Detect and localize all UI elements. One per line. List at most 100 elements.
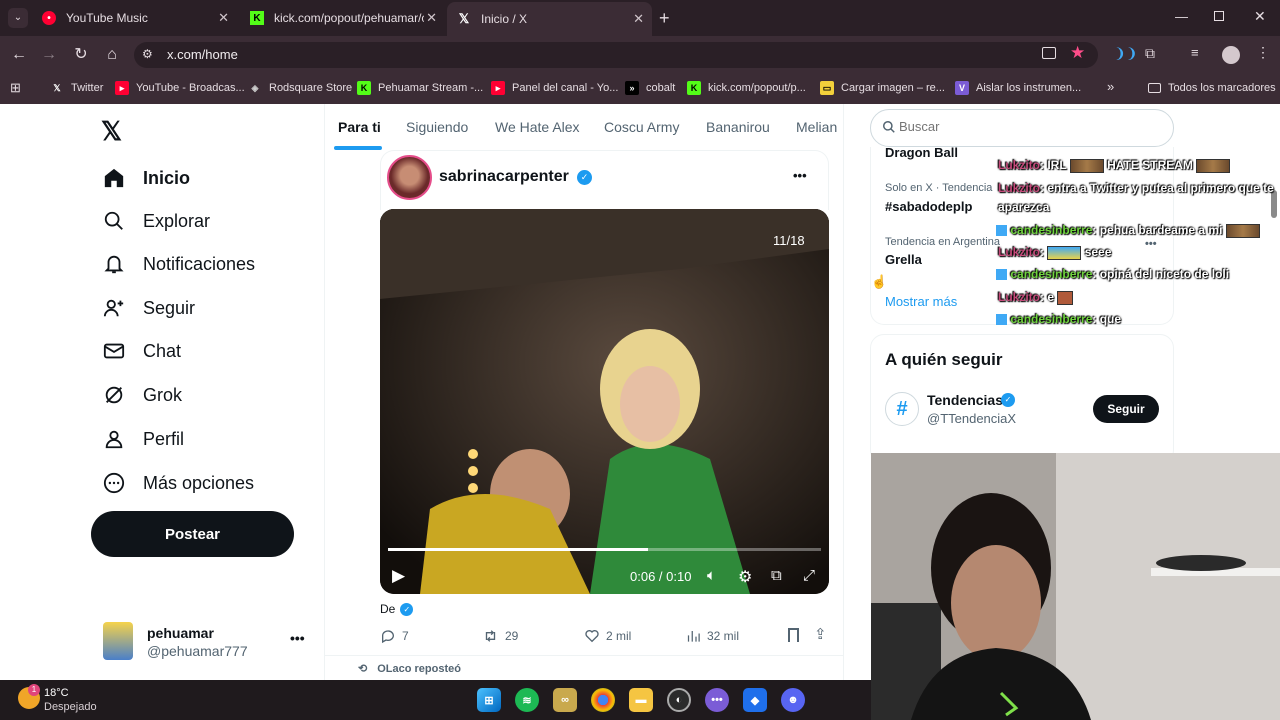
post-author[interactable]: sabrinacarpenter xyxy=(439,168,569,186)
bookmark-label: Cargar imagen – re... xyxy=(841,82,945,94)
streaming-app-icon[interactable]: ◆ xyxy=(743,688,767,712)
volume-icon[interactable]: 🔈︎ xyxy=(707,567,716,584)
profile-avatar[interactable] xyxy=(1222,46,1240,64)
bookmark-youtube-broadcast[interactable]: ▸ YouTube - Broadcas... xyxy=(115,80,245,96)
nav-mas-opciones[interactable]: Más opciones xyxy=(102,468,254,498)
chat-line: Lukzito: entra a Twitter y putea al prim… xyxy=(998,181,1274,195)
webcam-frame xyxy=(871,453,1280,720)
chrome-icon[interactable] xyxy=(591,688,615,712)
search-box[interactable] xyxy=(870,109,1174,147)
follow-button[interactable]: Seguir xyxy=(1093,395,1159,423)
bookmark-pehuamar-stream[interactable]: K Pehuamar Stream -... xyxy=(357,80,483,96)
bookmark-cargar-imagen[interactable]: ▭ Cargar imagen – re... xyxy=(820,80,945,96)
tab-search-button[interactable]: ⌄ xyxy=(8,8,28,28)
bookmark-icon[interactable] xyxy=(788,628,799,642)
who-to-follow-title: A quién seguir xyxy=(885,350,1003,369)
hashtag-avatar[interactable]: # xyxy=(885,392,919,426)
spotify-icon[interactable]: ≋ xyxy=(515,688,539,712)
video-player[interactable]: 11/18 ▶ 0:06 / 0:10 🔈︎ ⚙ ⧉ ⤢ xyxy=(380,209,829,594)
restore-icon[interactable] xyxy=(1214,11,1224,21)
windows-start-icon[interactable]: ⊞ xyxy=(477,688,501,712)
close-icon[interactable]: ✕ xyxy=(426,10,437,26)
file-explorer-icon[interactable]: ▬ xyxy=(629,688,653,712)
search-input[interactable] xyxy=(899,119,1149,134)
nav-notificaciones[interactable]: Notificaciones xyxy=(102,249,255,279)
url-text[interactable]: x.com/home xyxy=(167,47,238,62)
tab-we-hate-alex[interactable]: We Hate Alex xyxy=(495,119,580,135)
nav-grok[interactable]: Grok xyxy=(102,380,182,410)
more-bookmarks-icon[interactable]: » xyxy=(1107,79,1114,94)
tab-para-ti[interactable]: Para ti xyxy=(338,119,381,135)
nav-label: Perfil xyxy=(143,428,185,449)
extension-wave-icon[interactable]: ❩❩ xyxy=(1114,45,1137,62)
nav-perfil[interactable]: Perfil xyxy=(102,424,184,454)
cobalt-icon: » xyxy=(625,81,639,95)
window-close-icon[interactable]: ✕ xyxy=(1254,8,1266,25)
trend-top[interactable]: Dragon Ball xyxy=(885,145,958,160)
back-icon[interactable]: ← xyxy=(8,44,30,66)
discord-icon[interactable]: ☻ xyxy=(781,688,805,712)
fullscreen-icon[interactable]: ⤢ xyxy=(803,567,815,584)
forward-icon[interactable]: → xyxy=(38,44,60,66)
nav-explorar[interactable]: Explorar xyxy=(102,206,210,236)
tab-youtube-music[interactable]: • YouTube Music ✕ xyxy=(32,4,237,32)
site-info-icon[interactable]: ⚙ xyxy=(142,47,153,61)
share-icon[interactable]: ⇪ xyxy=(814,625,827,643)
new-tab-icon[interactable]: + xyxy=(659,8,670,29)
install-app-icon[interactable] xyxy=(1042,47,1056,59)
show-more-link[interactable]: Mostrar más xyxy=(885,294,957,309)
bookmark-aislar[interactable]: V Aislar los instrumen... xyxy=(955,80,1081,96)
emote-icon xyxy=(1057,290,1074,305)
minimize-icon[interactable]: — xyxy=(1175,9,1188,24)
tab-siguiendo[interactable]: Siguiendo xyxy=(406,119,468,135)
post-button[interactable]: Postear xyxy=(91,511,294,557)
extensions-puzzle-icon[interactable]: ⧉ xyxy=(1145,45,1155,62)
obs-icon[interactable]: ◐ xyxy=(667,688,691,712)
mouse-cursor-icon: ☝ xyxy=(871,274,888,289)
bookmark-kick-popout[interactable]: Kkick.com/popout/p... xyxy=(687,80,806,96)
nav-inicio[interactable]: Inicio xyxy=(102,163,190,193)
close-icon[interactable]: ✕ xyxy=(218,10,229,26)
like-button[interactable]: 2 mil xyxy=(584,628,631,644)
repost-button[interactable]: 29 xyxy=(482,628,518,644)
bookmark-rodsquare[interactable]: ◈ Rodsquare Store xyxy=(248,80,353,96)
more-dots-icon[interactable]: ••• xyxy=(793,168,807,183)
trend-name[interactable]: Grella xyxy=(885,252,922,267)
close-icon[interactable]: ✕ xyxy=(633,11,644,27)
tab-kick-chat[interactable]: K kick.com/popout/pehuamar/chat ✕ xyxy=(240,4,445,32)
tab-coscu-army[interactable]: Coscu Army xyxy=(604,119,679,135)
play-icon[interactable]: ▶ xyxy=(392,566,405,586)
tab-melian[interactable]: Melian xyxy=(796,119,837,135)
bookmark-cobalt[interactable]: » cobalt xyxy=(625,80,675,96)
x-logo-icon[interactable]: 𝕏 xyxy=(101,116,122,147)
trend-name[interactable]: #sabadodeplp xyxy=(885,199,972,214)
tab-x-home[interactable]: 𝕏 Inicio / X ✕ xyxy=(447,2,652,36)
pip-icon[interactable]: ⧉ xyxy=(771,567,782,584)
bell-icon xyxy=(102,252,126,276)
tab-bananirou[interactable]: Bananirou xyxy=(706,119,770,135)
apps-grid-icon[interactable]: ⊞ xyxy=(10,80,21,96)
grok-icon xyxy=(102,383,126,407)
nav-seguir[interactable]: Seguir xyxy=(102,293,195,323)
all-bookmarks-folder[interactable]: Todos los marcadores xyxy=(1148,80,1276,96)
account-switcher[interactable]: pehuamar @pehuamar777 ••• xyxy=(103,622,313,662)
more-dots-icon[interactable]: ••• xyxy=(290,630,305,646)
reply-button[interactable]: 7 xyxy=(380,628,409,644)
suggest-name[interactable]: Tendencias xyxy=(927,392,1003,408)
media-control-icon[interactable]: ≡ xyxy=(1191,45,1199,60)
address-bar[interactable] xyxy=(134,42,1098,68)
chat-app-icon[interactable]: ••• xyxy=(705,688,729,712)
app-icon[interactable]: ∞ xyxy=(553,688,577,712)
nav-label: Grok xyxy=(143,384,183,405)
reload-icon[interactable]: ↻ xyxy=(70,44,92,66)
settings-gear-icon[interactable]: ⚙ xyxy=(738,567,752,587)
bookmark-star-icon[interactable]: ★ xyxy=(1070,43,1085,63)
trend-more-icon[interactable]: ••• xyxy=(1145,238,1157,250)
views-button[interactable]: 32 mil xyxy=(686,628,739,644)
bookmark-twitter[interactable]: 𝕏 Twitter xyxy=(50,80,103,96)
author-avatar[interactable] xyxy=(387,155,432,200)
menu-kebab-icon[interactable]: ⋮ xyxy=(1256,44,1270,61)
home-page-icon[interactable]: ⌂ xyxy=(101,44,123,66)
bookmark-panel-canal[interactable]: ▸ Panel del canal - Yo... xyxy=(491,80,618,96)
nav-chat[interactable]: Chat xyxy=(102,336,181,366)
